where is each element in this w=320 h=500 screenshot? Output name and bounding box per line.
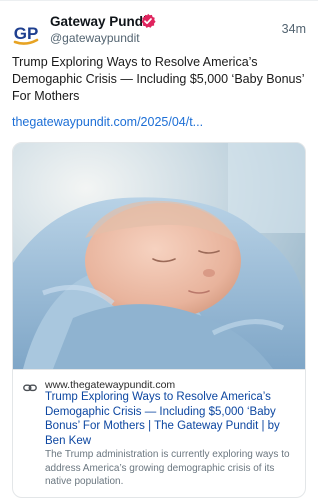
link-icon [23,381,37,395]
verified-badge-icon [140,13,156,29]
card-divider [13,369,305,370]
post-text: Trump Exploring Ways to Resolve America’… [12,55,305,103]
post-link[interactable]: thegatewaypundit.com/2025/04/t... [12,115,203,129]
link-card[interactable]: www.thegatewaypundit.com Trump Exploring… [12,142,306,498]
post: GP Gateway Pundit @gatewaypundit 34m Tru… [0,0,318,500]
post-timestamp[interactable]: 34m [282,22,306,36]
author-name[interactable]: Gateway Pundit [50,14,151,29]
avatar-logo-icon: GP [13,24,39,45]
link-card-image[interactable] [13,143,305,369]
card-description: The Trump administration is currently ex… [45,449,290,487]
card-title[interactable]: Trump Exploring Ways to Resolve America’… [45,390,301,448]
author-handle[interactable]: @gatewaypundit [50,31,140,45]
avatar[interactable]: GP [12,19,40,47]
